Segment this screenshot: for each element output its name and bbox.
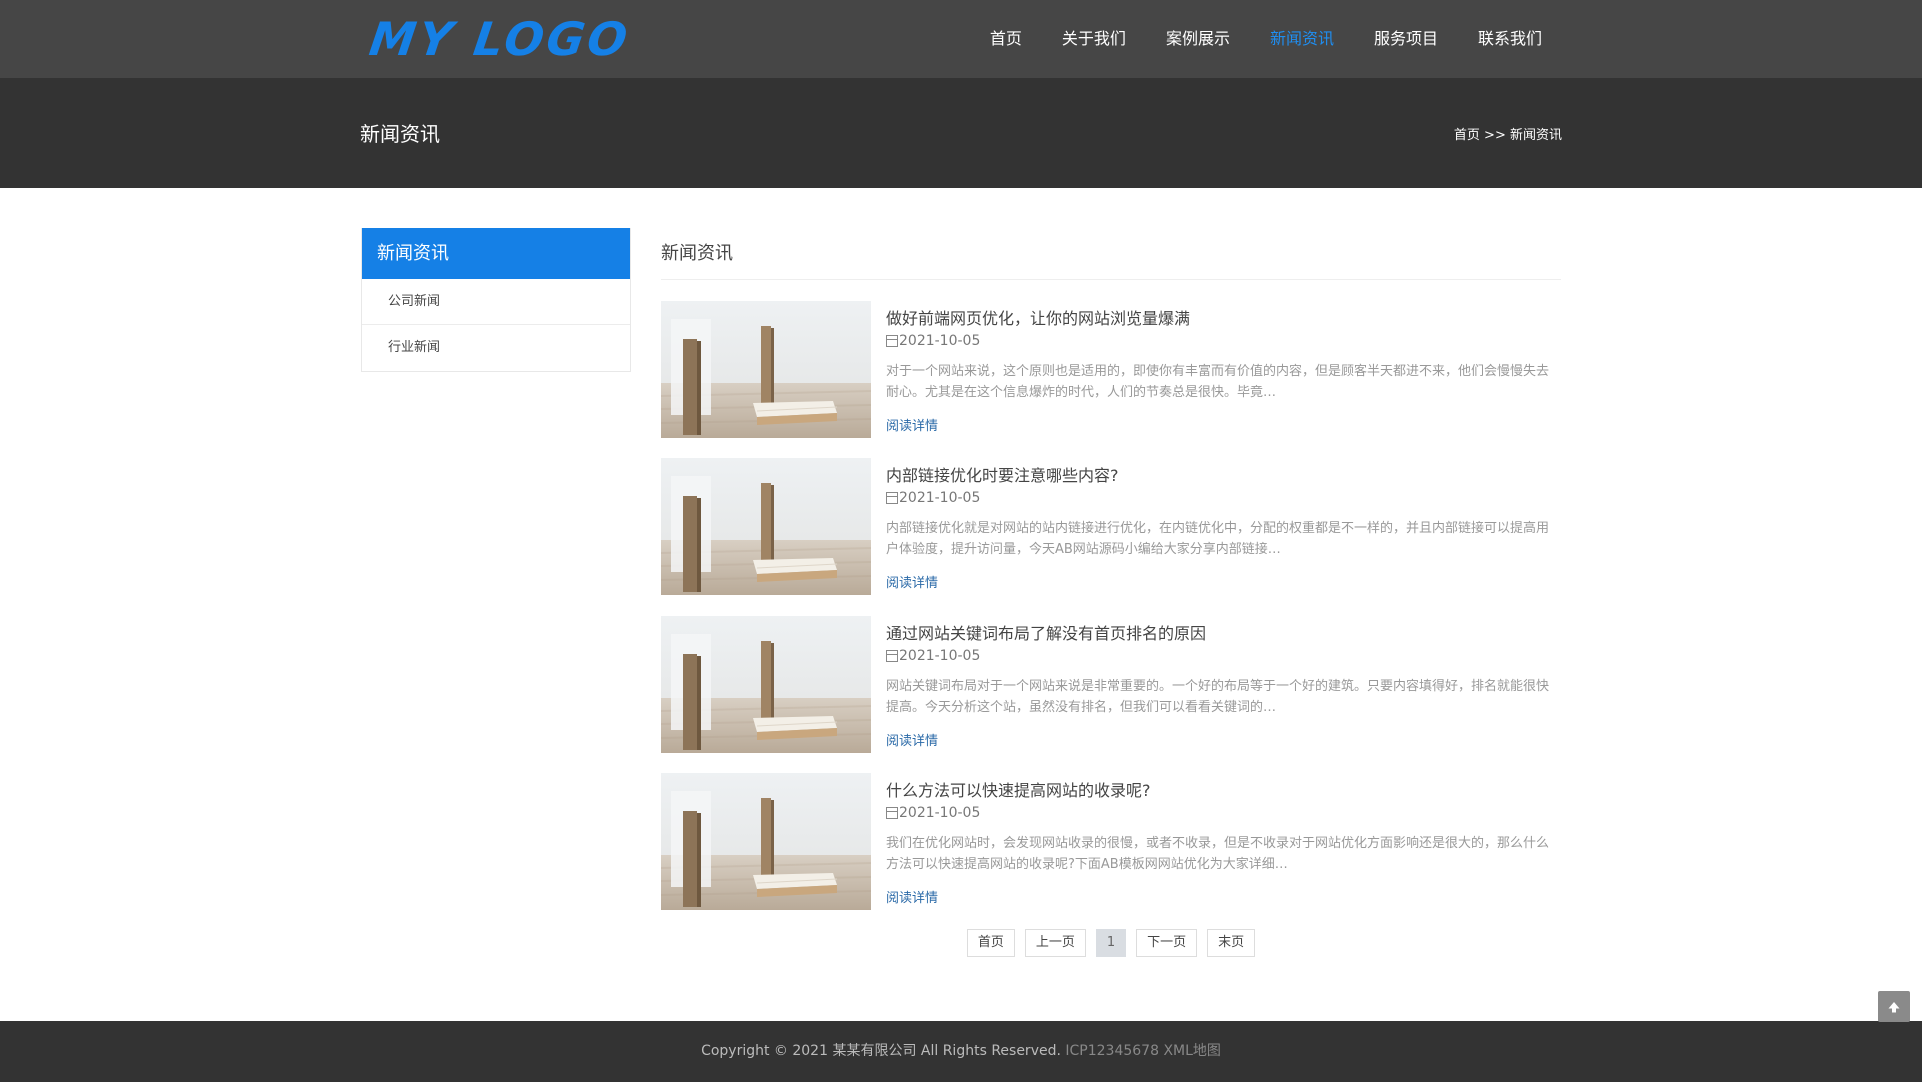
nav-item-services[interactable]: 服务项目 <box>1374 0 1438 78</box>
breadcrumb-separator: >> <box>1479 128 1510 143</box>
article-thumbnail[interactable] <box>661 458 871 595</box>
article-thumbnail[interactable] <box>661 301 871 438</box>
page-title: 新闻资讯 <box>360 122 440 146</box>
article-summary: 我们在优化网站时，会发现网站收录的很慢，或者不收录，但是不收录对于网站优化方面影… <box>886 836 1550 872</box>
article-date-text: 2021-10-05 <box>899 648 981 664</box>
nav-item-news[interactable]: 新闻资讯 <box>1270 0 1334 78</box>
pager-first[interactable]: 首页 <box>966 929 1015 957</box>
top-header: MY LOGO 首页 关于我们 案例展示 新闻资讯 服务项目 联系我们 <box>0 0 1922 78</box>
news-list-section: 新闻资讯 做好前端网页优化，让你的网站浏览量爆满 2021-10-05 对于一个… <box>661 228 1561 957</box>
pager-next[interactable]: 下一页 <box>1136 929 1198 957</box>
footer-icp-link[interactable]: ICP12345678 <box>1065 1043 1159 1059</box>
site-logo[interactable]: MY LOGO <box>366 12 633 66</box>
sidebar-title: 新闻资讯 <box>362 228 630 279</box>
article-title[interactable]: 什么方法可以快速提高网站的收录呢? <box>886 777 1151 801</box>
sidebar-item-company-news[interactable]: 公司新闻 <box>362 279 630 325</box>
article-thumbnail[interactable] <box>661 616 871 753</box>
article-title[interactable]: 通过网站关键词布局了解没有首页排名的原因 <box>886 620 1206 644</box>
list-item: 通过网站关键词布局了解没有首页排名的原因 2021-10-05 网站关键词布局对… <box>661 616 1561 753</box>
list-item: 做好前端网页优化，让你的网站浏览量爆满 2021-10-05 对于一个网站来说，… <box>661 301 1561 438</box>
article-summary: 对于一个网站来说，这个原则也是适用的，即使你有丰富而有价值的内容，但是顾客半天都… <box>886 364 1550 400</box>
article-date-text: 2021-10-05 <box>899 490 981 506</box>
article-date: 2021-10-05 <box>886 648 980 664</box>
back-to-top-button[interactable] <box>1878 991 1910 1022</box>
calendar-icon <box>886 335 898 347</box>
article-date: 2021-10-05 <box>886 490 980 506</box>
nav-item-about[interactable]: 关于我们 <box>1062 0 1126 78</box>
article-title[interactable]: 内部链接优化时要注意哪些内容? <box>886 462 1119 486</box>
breadcrumb: 首页 >> 新闻资讯 <box>1454 124 1562 143</box>
pagination: 首页 上一页 1 下一页 末页 <box>661 929 1561 957</box>
calendar-icon <box>886 492 898 504</box>
footer-copyright: Copyright © 2021 某某有限公司 All Rights Reser… <box>701 1043 1061 1059</box>
breadcrumb-home[interactable]: 首页 <box>1454 128 1480 143</box>
nav-item-home[interactable]: 首页 <box>990 0 1022 78</box>
footer: Copyright © 2021 某某有限公司 All Rights Reser… <box>0 1021 1922 1082</box>
calendar-icon <box>886 650 898 662</box>
logo-text: MY LOGO <box>366 12 634 66</box>
sidebar-item-industry-news[interactable]: 行业新闻 <box>362 325 630 371</box>
read-more-link[interactable]: 阅读详情 <box>886 572 938 591</box>
list-item: 什么方法可以快速提高网站的收录呢? 2021-10-05 我们在优化网站时，会发… <box>661 773 1561 910</box>
pager-prev[interactable]: 上一页 <box>1024 929 1086 957</box>
article-date: 2021-10-05 <box>886 805 980 821</box>
article-summary: 网站关键词布局对于一个网站来说是非常重要的。一个好的布局等于一个好的建筑。只要内… <box>886 679 1550 715</box>
nav-item-contact[interactable]: 联系我们 <box>1478 0 1542 78</box>
pager-last[interactable]: 末页 <box>1207 929 1256 957</box>
article-thumbnail[interactable] <box>661 773 871 910</box>
list-item: 内部链接优化时要注意哪些内容? 2021-10-05 内部链接优化就是对网站的站… <box>661 458 1561 595</box>
read-more-link[interactable]: 阅读详情 <box>886 887 938 906</box>
nav-item-cases[interactable]: 案例展示 <box>1166 0 1230 78</box>
article-summary: 内部链接优化就是对网站的站内链接进行优化，在内链优化中，分配的权重都是不一样的，… <box>886 521 1550 557</box>
section-title: 新闻资讯 <box>661 228 1561 280</box>
calendar-icon <box>886 807 898 819</box>
article-date-text: 2021-10-05 <box>899 805 981 821</box>
breadcrumb-current[interactable]: 新闻资讯 <box>1510 128 1562 143</box>
article-title[interactable]: 做好前端网页优化，让你的网站浏览量爆满 <box>886 305 1190 329</box>
main-nav: 首页 关于我们 案例展示 新闻资讯 服务项目 联系我们 <box>950 0 1542 78</box>
read-more-link[interactable]: 阅读详情 <box>886 730 938 749</box>
article-date-text: 2021-10-05 <box>899 333 981 349</box>
arrow-up-icon <box>1888 1001 1900 1012</box>
footer-sitemap-link[interactable]: XML地图 <box>1163 1043 1220 1059</box>
sidebar: 新闻资讯 公司新闻 行业新闻 <box>361 228 631 372</box>
article-date: 2021-10-05 <box>886 333 980 349</box>
page-banner: 新闻资讯 首页 >> 新闻资讯 <box>0 78 1922 188</box>
pager-current-page[interactable]: 1 <box>1095 929 1127 957</box>
read-more-link[interactable]: 阅读详情 <box>886 415 938 434</box>
